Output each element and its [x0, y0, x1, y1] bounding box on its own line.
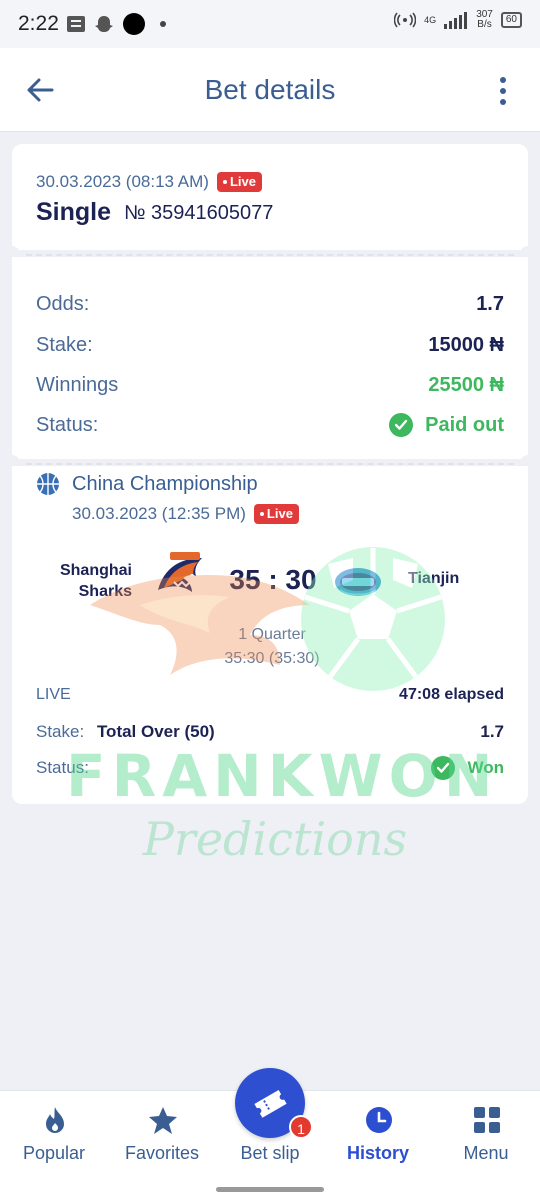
ticket-icon: [254, 1089, 287, 1118]
team2-name: Tianjin: [408, 570, 460, 587]
live-badge: Live: [216, 172, 262, 192]
nav-popular[interactable]: Popular: [0, 1091, 108, 1177]
market-row: Stake: Total Over (50) 1.7: [36, 722, 504, 742]
bet-type: Single: [36, 198, 112, 226]
winnings-row: Winnings 25500 ₦: [36, 370, 504, 400]
hotspot-icon: [394, 12, 417, 28]
odds-row: Odds: 1.7: [36, 289, 504, 319]
snapchat-icon: [95, 16, 113, 32]
status-row: Status: Paid out: [36, 410, 504, 440]
network-speed: 307 B/s: [476, 9, 493, 30]
star-icon: [149, 1107, 177, 1134]
match-date-line: 30.03.2023 (12:35 PM) Live: [72, 504, 299, 524]
more-vertical-icon: [500, 77, 506, 105]
stake-value: 15000 ₦: [428, 333, 504, 356]
bet-number: № 35941605077: [124, 202, 274, 224]
bet-date: 30.03.2023 (08:13 AM): [36, 172, 209, 191]
flame-icon: [46, 1107, 64, 1133]
battery-indicator: 60: [500, 12, 522, 28]
home-indicator[interactable]: [216, 1187, 324, 1192]
bet-slip-count-badge: 1: [289, 1115, 313, 1139]
clock-icon: [366, 1107, 392, 1133]
nav-history-label: History: [346, 1143, 409, 1163]
league-line: China Championship: [36, 472, 258, 496]
tianjin-pioneers-logo: [335, 568, 381, 596]
nav-popular-label: Popular: [22, 1143, 86, 1163]
event-status-value: Won: [467, 758, 504, 777]
nav-bet-slip-label: Bet slip: [240, 1143, 300, 1163]
message-icon: [67, 16, 85, 32]
odds-label: Odds:: [36, 292, 90, 315]
match-period: 1 Quarter: [238, 626, 306, 643]
market-name: Total Over (50): [96, 722, 215, 741]
divider: [26, 254, 514, 256]
grid-icon: [474, 1107, 500, 1133]
event-status-label: Status:: [36, 758, 89, 777]
status-right: 4G 307 B/s 60: [394, 10, 522, 30]
winnings-value: 25500 ₦: [428, 373, 504, 396]
basketball-icon: [37, 473, 59, 495]
event-status-row: Status: Won: [36, 756, 504, 780]
match-date: 30.03.2023 (12:35 PM): [72, 504, 246, 523]
bet-header-card: 30.03.2023 (08:13 AM) Live Single № 3594…: [12, 144, 528, 250]
net-type: 4G: [424, 14, 437, 25]
live-status-row: LIVE 47:08 elapsed: [36, 686, 504, 704]
bet-date-line: 30.03.2023 (08:13 AM) Live: [36, 172, 262, 192]
check-circle-icon: [389, 413, 414, 437]
notification-dot-icon: [160, 21, 166, 27]
league-name: China Championship: [72, 472, 258, 495]
app-bar: Bet details: [0, 48, 540, 132]
nav-favorites-label: Favorites: [124, 1143, 200, 1163]
stake-row: Stake: 15000 ₦: [36, 330, 504, 360]
event-card[interactable]: China Championship 30.03.2023 (12:35 PM)…: [12, 466, 528, 804]
profile-dot-icon: [123, 13, 145, 35]
event-status-group: Won: [431, 756, 504, 780]
nav-history[interactable]: History: [324, 1091, 432, 1177]
period-score: 35:30 (35:30): [224, 650, 320, 667]
system-status-bar: 2:22 4G 307 B/s 60: [0, 0, 540, 48]
market-odds: 1.7: [480, 722, 504, 741]
winnings-label: Winnings: [36, 373, 119, 396]
odds-value: 1.7: [476, 292, 504, 315]
live-badge: Live: [253, 504, 299, 524]
nav-favorites[interactable]: Favorites: [108, 1091, 216, 1177]
watermark-subtitle: Predictions: [142, 812, 408, 866]
status-label: Status:: [36, 413, 99, 436]
stake-label: Stake:: [36, 333, 93, 356]
match-score: 35 : 30: [229, 564, 317, 595]
signal-icon: [444, 12, 468, 29]
more-options-button[interactable]: [496, 76, 510, 106]
status-value: Paid out: [425, 413, 504, 436]
nav-menu-label: Menu: [463, 1143, 509, 1163]
divider: [26, 463, 514, 465]
team1-name: Shanghai Sharks: [59, 562, 132, 600]
elapsed-time: 47:08 elapsed: [399, 686, 504, 703]
nav-menu[interactable]: Menu: [432, 1091, 540, 1177]
page-title: Bet details: [204, 74, 336, 105]
status-time: 2:22: [18, 12, 59, 35]
market-stake-label: Stake:: [36, 722, 85, 741]
shanghai-sharks-logo: [158, 552, 202, 592]
live-text: LIVE: [36, 686, 71, 703]
bet-details-card: Odds: 1.7 Stake: 15000 ₦ Winnings 25500 …: [12, 257, 528, 459]
check-circle-icon: [431, 756, 456, 780]
status-value-group: Paid out: [389, 413, 504, 437]
